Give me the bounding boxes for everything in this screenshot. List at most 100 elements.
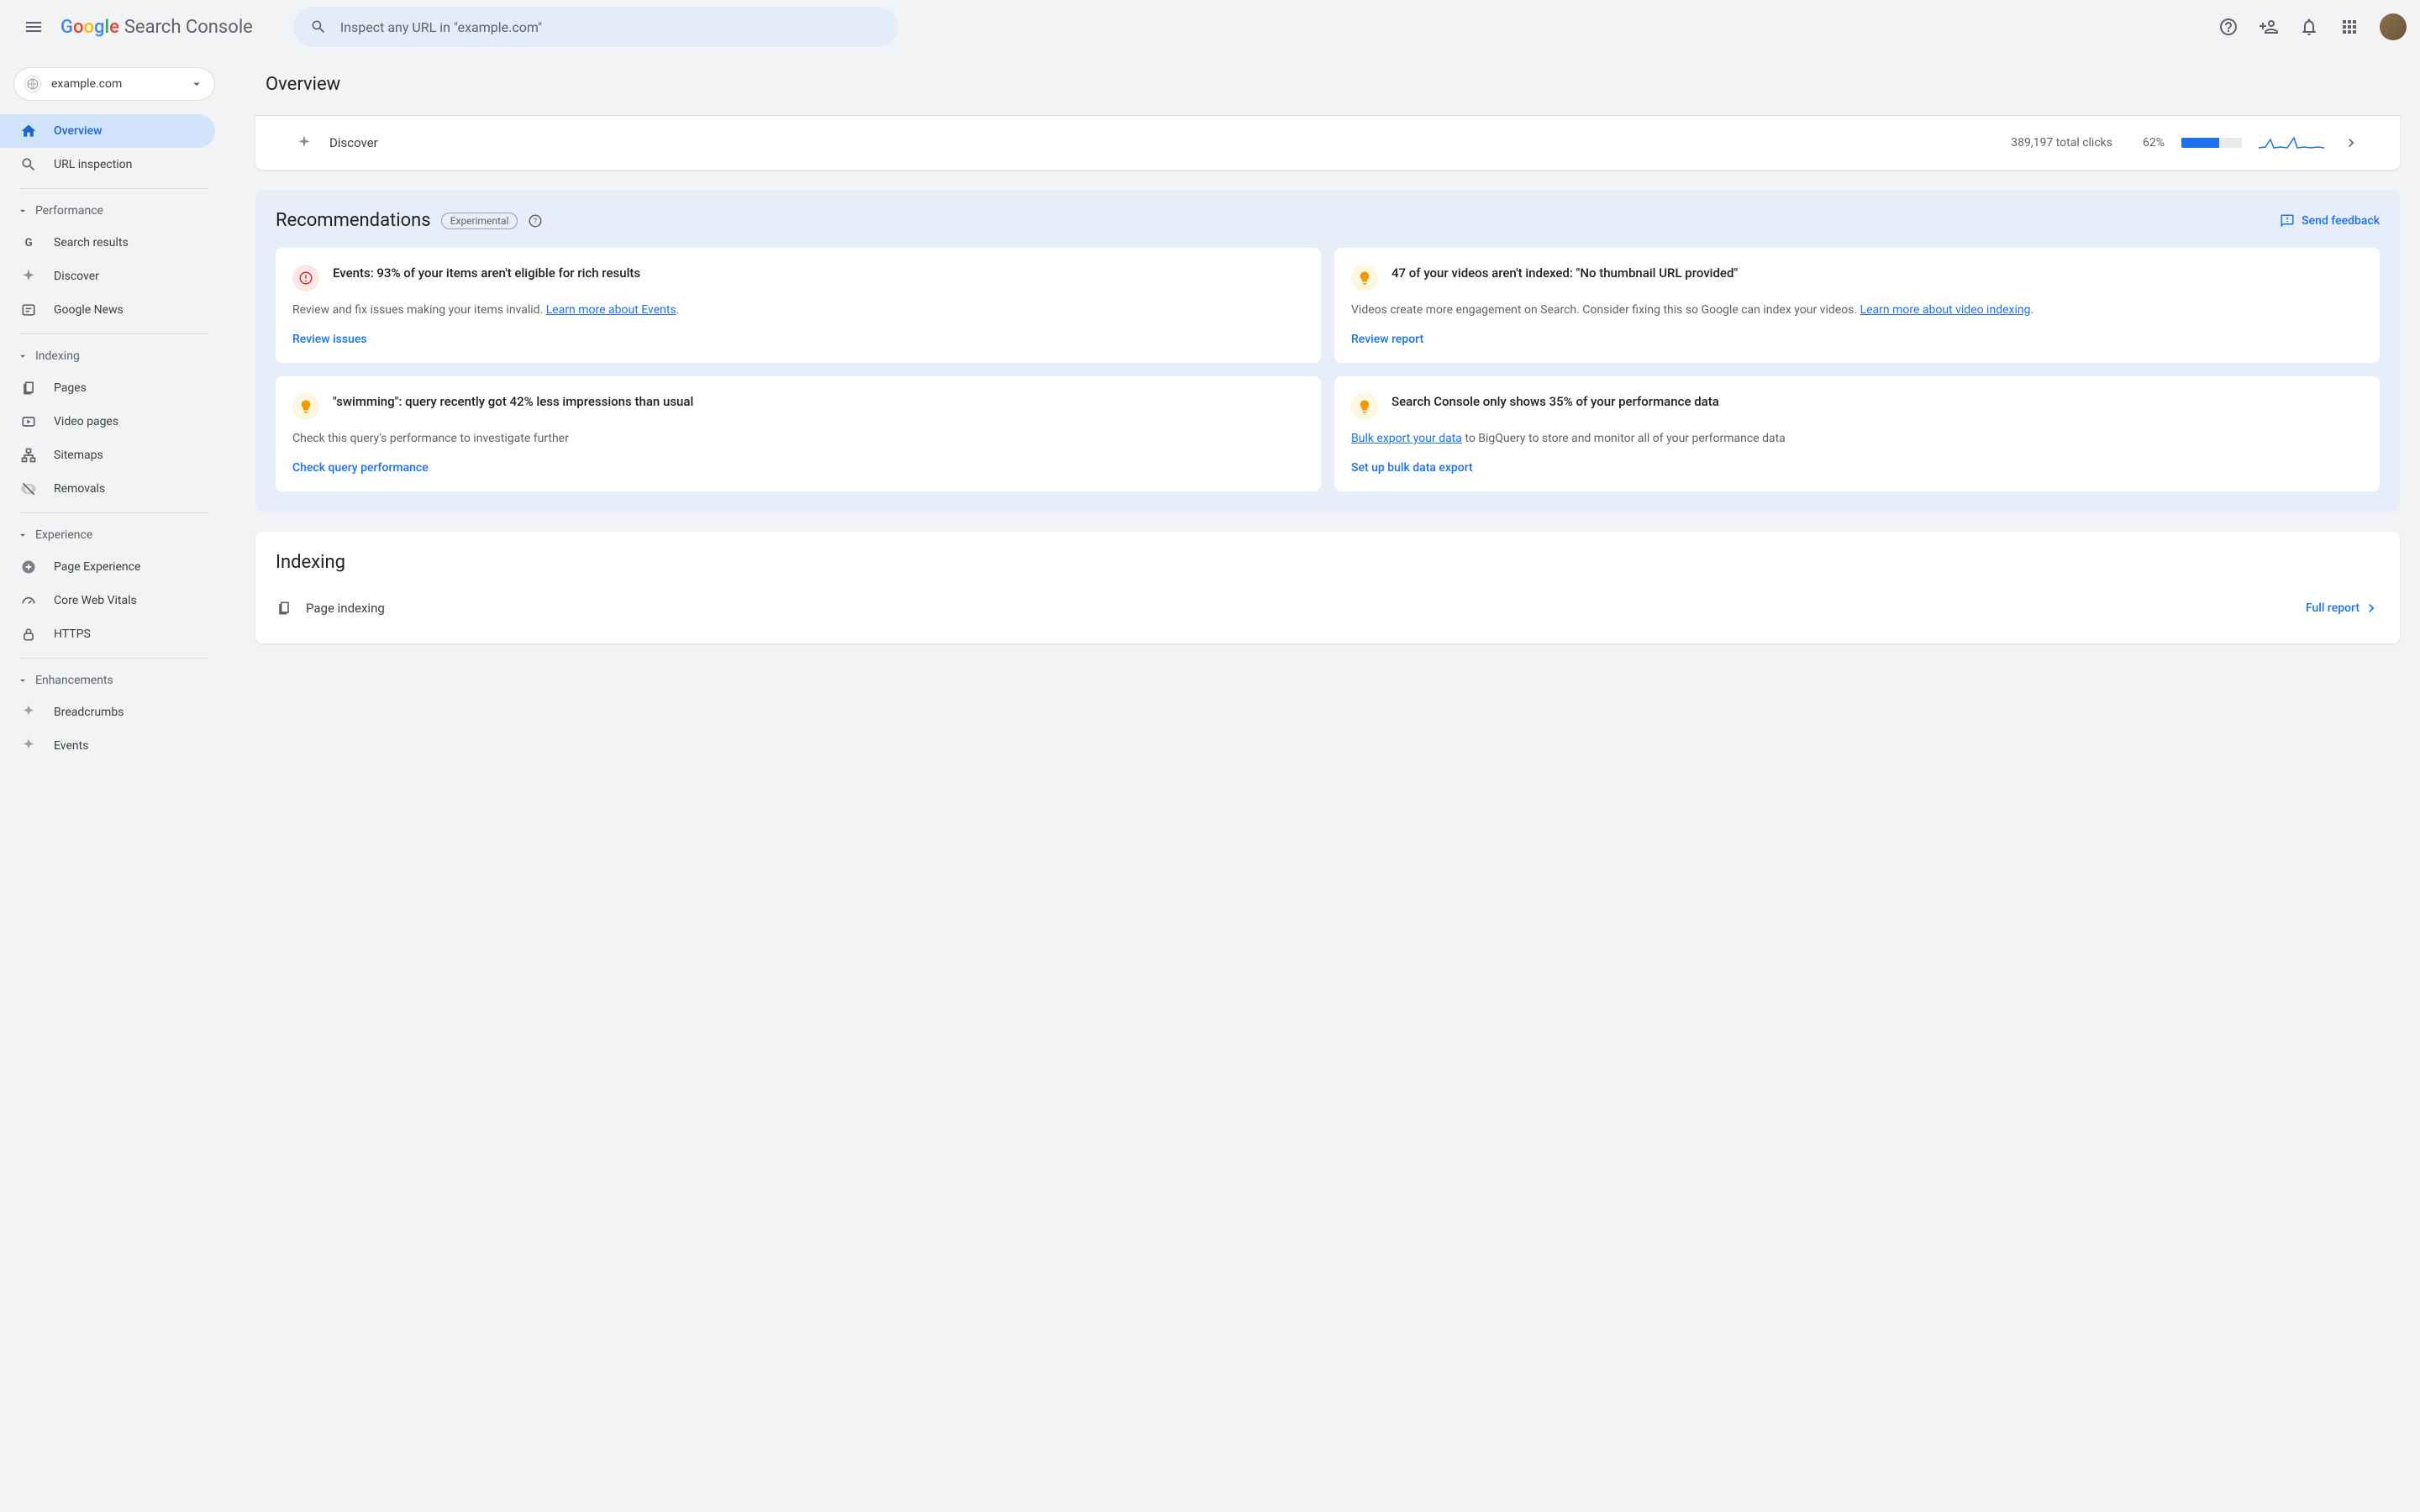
- reco-action-link[interactable]: Set up bulk data export: [1351, 461, 2363, 475]
- sitemap-icon: [20, 447, 37, 464]
- lightbulb-icon: [1351, 393, 1378, 420]
- url-inspect-search[interactable]: [293, 7, 898, 47]
- logo[interactable]: Google Search Console: [60, 17, 253, 38]
- full-report-label: Full report: [2306, 601, 2360, 615]
- recommendations-help[interactable]: ?: [528, 213, 543, 228]
- sidebar-item-label: Removals: [54, 482, 105, 496]
- recommendation-card[interactable]: 47 of your videos aren't indexed: "No th…: [1334, 248, 2380, 363]
- discover-row[interactable]: Discover 389,197 total clicks 62%: [276, 116, 2380, 170]
- google-g-icon: G: [20, 234, 37, 251]
- reco-learn-more-link[interactable]: Learn more about video indexing: [1860, 303, 2031, 317]
- sidebar-item-label: Page Experience: [54, 560, 140, 574]
- breadcrumbs-icon: [20, 704, 37, 721]
- sidebar-item-discover[interactable]: Discover: [0, 260, 215, 293]
- users-button[interactable]: [2252, 10, 2286, 44]
- sidebar-section-header-indexing[interactable]: Indexing: [0, 341, 229, 371]
- reco-learn-more-link[interactable]: Bulk export your data: [1351, 432, 1462, 445]
- discover-clicks: 389,197 total clicks: [2011, 136, 2112, 150]
- lock-icon: [20, 626, 37, 643]
- section-label: Enhancements: [35, 674, 113, 687]
- header-actions: [2212, 10, 2407, 44]
- property-name: example.com: [51, 77, 179, 91]
- speedometer-icon: [20, 592, 37, 609]
- user-avatar[interactable]: [2380, 13, 2407, 40]
- events-icon: [20, 738, 37, 754]
- sidebar-section-header-experience[interactable]: Experience: [0, 520, 229, 550]
- sidebar-item-https[interactable]: HTTPS: [0, 617, 215, 651]
- recommendation-card[interactable]: "swimming": query recently got 42% less …: [276, 376, 1321, 491]
- hamburger-icon: [24, 17, 44, 37]
- sidebar-item-breadcrumbs[interactable]: Breadcrumbs: [0, 696, 215, 729]
- globe-icon: [24, 76, 41, 92]
- chevron-down-icon: [17, 350, 29, 362]
- sidebar-item-overview[interactable]: Overview: [0, 114, 215, 148]
- sidebar-item-label: Sitemaps: [54, 449, 103, 462]
- sidebar-item-label: HTTPS: [54, 627, 91, 641]
- help-button[interactable]: [2212, 10, 2245, 44]
- reco-action-link[interactable]: Review issues: [292, 333, 1304, 346]
- page-title-bar: Overview: [255, 54, 2400, 116]
- divider: [20, 512, 208, 513]
- sidebar-item-video-pages[interactable]: Video pages: [0, 405, 215, 438]
- dropdown-icon: [189, 76, 204, 92]
- sidebar-item-url-inspection[interactable]: URL inspection: [0, 148, 215, 181]
- sidebar-section-header-performance[interactable]: Performance: [0, 196, 229, 226]
- sidebar-item-removals[interactable]: Removals: [0, 472, 215, 506]
- chevron-down-icon: [17, 675, 29, 686]
- help-icon: [2218, 17, 2238, 37]
- feedback-icon: [2280, 213, 2295, 228]
- sidebar-section-enhancements: Enhancements Breadcrumbs Events: [0, 665, 229, 763]
- full-report-link[interactable]: Full report: [2306, 600, 2380, 617]
- sidebar-item-pages[interactable]: Pages: [0, 371, 215, 405]
- sidebar-item-google-news[interactable]: Google News: [0, 293, 215, 327]
- svg-text:G: G: [24, 237, 32, 249]
- discover-label: Discover: [329, 135, 1994, 150]
- chevron-right-icon: [2343, 134, 2360, 151]
- indexing-title: Indexing: [276, 552, 2380, 573]
- discover-progress: [2181, 138, 2242, 148]
- sparkline-chart: [2259, 133, 2326, 153]
- notifications-button[interactable]: [2292, 10, 2326, 44]
- recommendation-card[interactable]: Events: 93% of your items aren't eligibl…: [276, 248, 1321, 363]
- recommendation-card[interactable]: Search Console only shows 35% of your pe…: [1334, 376, 2380, 491]
- progress-fill: [2181, 138, 2219, 148]
- reco-learn-more-link[interactable]: Learn more about Events: [546, 303, 676, 317]
- sidebar-item-label: Core Web Vitals: [54, 594, 137, 607]
- send-feedback-link[interactable]: Send feedback: [2280, 213, 2380, 228]
- reco-card-title: Events: 93% of your items aren't eligibl…: [333, 265, 640, 291]
- section-label: Indexing: [35, 349, 80, 363]
- page-indexing-row: Page indexing Full report: [276, 593, 2380, 623]
- pages-icon: [20, 380, 37, 396]
- lightbulb-icon: [1351, 265, 1378, 291]
- page-indexing-label: Page indexing: [306, 601, 2292, 616]
- sidebar-section-performance: Performance G Search results Discover Go…: [0, 196, 229, 327]
- apps-button[interactable]: [2333, 10, 2366, 44]
- news-icon: [20, 302, 37, 318]
- reco-action-link[interactable]: Review report: [1351, 333, 2363, 346]
- reco-card-title: Search Console only shows 35% of your pe…: [1392, 393, 1719, 420]
- reco-card-title: 47 of your videos aren't indexed: "No th…: [1392, 265, 1738, 291]
- discover-pct: 62%: [2143, 136, 2165, 150]
- sidebar-item-sitemaps[interactable]: Sitemaps: [0, 438, 215, 472]
- reco-card-body: Review and fix issues making your items …: [292, 302, 1304, 319]
- help-icon: ?: [528, 213, 543, 228]
- property-selector[interactable]: example.com: [13, 67, 215, 101]
- sidebar-item-page-experience[interactable]: Page Experience: [0, 550, 215, 584]
- sidebar: example.com Overview URL inspection Perf…: [0, 54, 235, 1512]
- search-icon: [310, 18, 327, 35]
- indexing-card: Indexing Page indexing Full report: [255, 532, 2400, 643]
- recommendations-grid: Events: 93% of your items aren't eligibl…: [276, 248, 2380, 491]
- reco-card-title: "swimming": query recently got 42% less …: [333, 393, 693, 420]
- url-inspect-input[interactable]: [340, 19, 881, 35]
- sidebar-item-search-results[interactable]: G Search results: [0, 226, 215, 260]
- sidebar-item-events[interactable]: Events: [0, 729, 215, 763]
- menu-button[interactable]: [13, 7, 54, 47]
- reco-action-link[interactable]: Check query performance: [292, 461, 1304, 475]
- section-label: Experience: [35, 528, 92, 542]
- sidebar-item-label: Overview: [54, 124, 102, 138]
- sidebar-section-header-enhancements[interactable]: Enhancements: [0, 665, 229, 696]
- sidebar-item-label: Video pages: [54, 415, 118, 428]
- sidebar-item-core-web-vitals[interactable]: Core Web Vitals: [0, 584, 215, 617]
- reco-card-body: Videos create more engagement on Search.…: [1351, 302, 2363, 319]
- video-icon: [20, 413, 37, 430]
